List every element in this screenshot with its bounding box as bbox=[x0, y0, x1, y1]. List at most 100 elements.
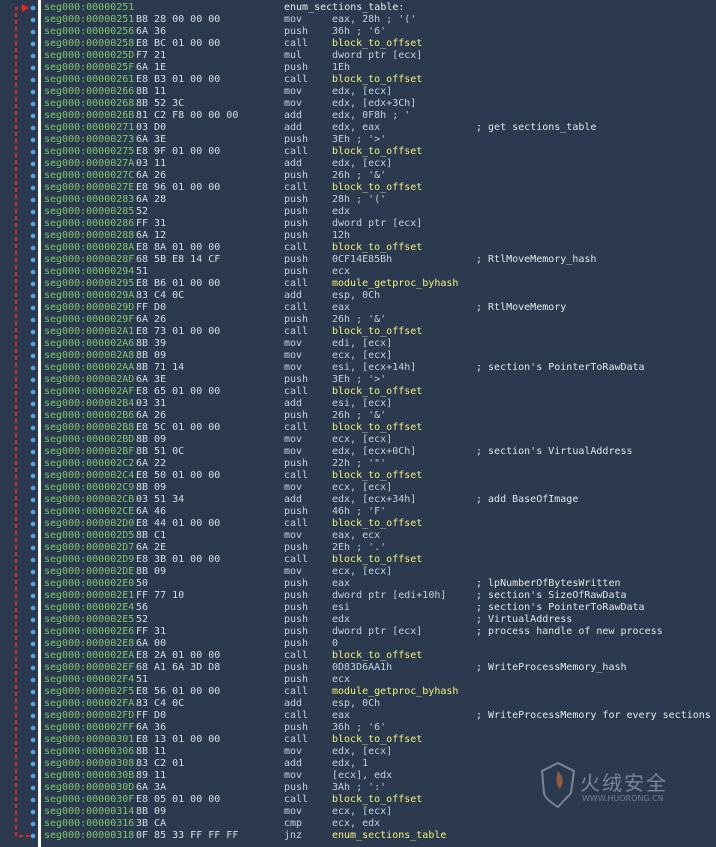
listing-line[interactable]: seg000:0000029F 6A 26 push 26h ; '&' bbox=[44, 314, 716, 326]
listing-line[interactable]: seg000:000002E1 FF 77 10 push dword ptr [ed… bbox=[44, 590, 716, 602]
address: seg000:0000030F bbox=[44, 794, 135, 805]
listing-line[interactable]: seg000:000002FD FF D0 call eax ; WriteProces… bbox=[44, 710, 716, 722]
listing-line[interactable]: seg000:000002E8 6A 00 push 0 bbox=[44, 638, 716, 650]
listing-line[interactable]: seg000:000002BD 8B 09 mov ecx, [ecx] bbox=[44, 434, 716, 446]
listing-line[interactable]: seg000:0000025F 6A 1E push 1Eh bbox=[44, 62, 716, 74]
address: seg000:000002E6 bbox=[44, 626, 135, 637]
operand-reference[interactable]: block_to_offset bbox=[332, 38, 422, 50]
listing-line[interactable]: seg000:000002E6 FF 31 push dword ptr [ecx];… bbox=[44, 626, 716, 638]
listing-line[interactable]: seg000:0000029D FF D0 call eax ; RtlMoveMemo… bbox=[44, 302, 716, 314]
listing-line[interactable]: seg000:000002D0 E8 44 01 00 00 call block_t… bbox=[44, 518, 716, 530]
operand-reference[interactable]: enum_sections_table bbox=[332, 830, 446, 842]
listing-line[interactable]: seg000:00000273 6A 3E push 3Eh ; '>' bbox=[44, 134, 716, 146]
listing-line[interactable]: seg000:0000028F 68 5B E8 14 CF push 0CF14E8… bbox=[44, 254, 716, 266]
operand-reference[interactable]: module_getproc_byhash bbox=[332, 278, 458, 290]
listing-line[interactable]: seg000:000002FA 83 C4 0C add esp, 0Ch bbox=[44, 698, 716, 710]
shield-logo-icon bbox=[540, 761, 576, 809]
disassembly-listing[interactable]: seg000:00000251 enum_sections_table: seg00… bbox=[44, 2, 716, 842]
listing-line[interactable]: seg000:00000261 E8 B3 01 00 00 call block_t… bbox=[44, 74, 716, 86]
listing-line[interactable]: seg000:000002EF 68 A1 6A 3D D8 push 0D83D6A… bbox=[44, 662, 716, 674]
listing-line[interactable]: seg000:00000283 6A 28 push 28h ; '(' bbox=[44, 194, 716, 206]
operand-reference[interactable]: block_to_offset bbox=[332, 422, 422, 434]
opcode-bytes: E8 05 01 00 00 bbox=[136, 794, 221, 805]
operand-reference[interactable]: block_to_offset bbox=[332, 146, 422, 158]
opcode-bytes: 52 bbox=[136, 206, 149, 217]
line-node-dot bbox=[30, 701, 36, 707]
listing-line[interactable]: seg000:00000271 03 D0 add edx, eax ; get sec… bbox=[44, 122, 716, 134]
listing-line[interactable]: seg000:000002DE 8B 09 mov ecx, [ecx] bbox=[44, 566, 716, 578]
listing-line[interactable]: seg000:000002AA 8B 71 14 mov esi, [ecx+14h]… bbox=[44, 362, 716, 374]
listing-line[interactable]: seg000:000002D5 8B C1 mov eax, ecx bbox=[44, 530, 716, 542]
listing-line[interactable]: seg000:000002AD 6A 3E push 3Eh ; '>' bbox=[44, 374, 716, 386]
listing-line[interactable]: seg000:000002B8 E8 5C 01 00 00 call block_t… bbox=[44, 422, 716, 434]
listing-line[interactable]: seg000:00000266 8B 11 mov edx, [ecx] bbox=[44, 86, 716, 98]
operand-reference[interactable]: block_to_offset bbox=[332, 74, 422, 86]
listing-line[interactable]: seg000:0000027E E8 96 01 00 00 call block_t… bbox=[44, 182, 716, 194]
listing-line[interactable]: seg000:0000026B 81 C2 F8 00 00 00 add edx, … bbox=[44, 110, 716, 122]
listing-line[interactable]: seg000:000002D9 E8 3B 01 00 00 call block_t… bbox=[44, 554, 716, 566]
listing-line[interactable]: seg000:00000251 B8 28 00 00 00 mov eax, 28h… bbox=[44, 14, 716, 26]
listing-line[interactable]: seg000:00000301 E8 13 01 00 00 call block_t… bbox=[44, 734, 716, 746]
operand: ecx, [ecx] bbox=[332, 350, 393, 361]
operand-reference[interactable]: block_to_offset bbox=[332, 386, 422, 398]
listing-line[interactable]: seg000:0000029A 83 C4 0C add esp, 0Ch bbox=[44, 290, 716, 302]
operand-reference[interactable]: module_getproc_byhash bbox=[332, 686, 458, 698]
listing-line[interactable]: seg000:000002E5 52 push edx ; VirtualAddress bbox=[44, 614, 716, 626]
listing-line[interactable]: seg000:00000316 3B CA cmp ecx, edx bbox=[44, 818, 716, 830]
listing-line[interactable]: seg000:00000285 52 push edx bbox=[44, 206, 716, 218]
listing-line[interactable]: seg000:000002A1 E8 73 01 00 00 call block_t… bbox=[44, 326, 716, 338]
mnemonic: add bbox=[284, 158, 303, 169]
mnemonic: call bbox=[284, 470, 309, 481]
listing-line[interactable]: seg000:0000028A E8 8A 01 00 00 call block_t… bbox=[44, 242, 716, 254]
listing-line[interactable]: seg000:00000294 51 push ecx bbox=[44, 266, 716, 278]
operand: edx, [ecx] bbox=[332, 158, 393, 169]
listing-line[interactable]: seg000:00000258 E8 BC 01 00 00 call block_t… bbox=[44, 38, 716, 50]
listing-line[interactable]: seg000:00000268 8B 52 3C mov edx, [edx+3Ch] bbox=[44, 98, 716, 110]
listing-line[interactable]: seg000:000002B6 6A 26 push 26h ; '&' bbox=[44, 410, 716, 422]
operand-reference[interactable]: block_to_offset bbox=[332, 650, 422, 662]
operand-reference[interactable]: block_to_offset bbox=[332, 794, 422, 806]
address: seg000:00000301 bbox=[44, 734, 135, 745]
mnemonic: call bbox=[284, 326, 309, 337]
listing-line[interactable]: seg000:000002C9 8B 09 mov ecx, [ecx] bbox=[44, 482, 716, 494]
listing-line[interactable]: seg000:000002CB 03 51 34 add edx, [ecx+34h]… bbox=[44, 494, 716, 506]
line-node-dot bbox=[30, 557, 36, 563]
listing-line[interactable]: seg000:00000251 enum_sections_table: bbox=[44, 2, 716, 14]
comment: ; section's PointerToRawData bbox=[476, 602, 645, 613]
listing-line[interactable]: seg000:000002FF 6A 36 push 36h ; '6' bbox=[44, 722, 716, 734]
listing-line[interactable]: seg000:000002F5 E8 56 01 00 00 call module_… bbox=[44, 686, 716, 698]
listing-line[interactable]: seg000:00000306 8B 11 mov edx, [ecx] bbox=[44, 746, 716, 758]
listing-line[interactable]: seg000:00000288 6A 12 push 12h bbox=[44, 230, 716, 242]
listing-line[interactable]: seg000:000002B4 03 31 add esi, [ecx] bbox=[44, 398, 716, 410]
listing-line[interactable]: seg000:000002BF 8B 51 0C mov edx, [ecx+0Ch]… bbox=[44, 446, 716, 458]
listing-line[interactable]: seg000:000002F4 51 push ecx bbox=[44, 674, 716, 686]
listing-line[interactable]: seg000:0000025D F7 21 mul dword ptr [ecx] bbox=[44, 50, 716, 62]
listing-line[interactable]: seg000:000002CE 6A 46 push 46h ; 'F' bbox=[44, 506, 716, 518]
listing-line[interactable]: seg000:00000295 E8 B6 01 00 00 call module_… bbox=[44, 278, 716, 290]
listing-line[interactable]: seg000:00000275 E8 9F 01 00 00 call block_t… bbox=[44, 146, 716, 158]
listing-line[interactable]: seg000:000002C2 6A 22 push 22h ; '"' bbox=[44, 458, 716, 470]
operand-reference[interactable]: block_to_offset bbox=[332, 470, 422, 482]
operand-reference[interactable]: block_to_offset bbox=[332, 182, 422, 194]
listing-line[interactable]: seg000:000002E0 50 push eax ; lpNumberOfByte… bbox=[44, 578, 716, 590]
listing-line[interactable]: seg000:000002EA E8 2A 01 00 00 call block_t… bbox=[44, 650, 716, 662]
listing-line[interactable]: seg000:00000318 0F 85 33 FF FF FF jnz enum_… bbox=[44, 830, 716, 842]
operand-reference[interactable]: block_to_offset bbox=[332, 242, 422, 254]
listing-line[interactable]: seg000:000002C4 E8 50 01 00 00 call block_t… bbox=[44, 470, 716, 482]
listing-line[interactable]: seg000:000002A6 8B 39 mov edi, [ecx] bbox=[44, 338, 716, 350]
mnemonic: cmp bbox=[284, 818, 303, 829]
listing-line[interactable]: seg000:00000286 FF 31 push dword ptr [ecx] bbox=[44, 218, 716, 230]
listing-line[interactable]: seg000:00000256 6A 36 push 36h ; '6' bbox=[44, 26, 716, 38]
listing-line[interactable]: seg000:000002A8 8B 09 mov ecx, [ecx] bbox=[44, 350, 716, 362]
operand-reference[interactable]: block_to_offset bbox=[332, 326, 422, 338]
listing-line[interactable]: seg000:000002D7 6A 2E push 2Eh ; '.' bbox=[44, 542, 716, 554]
operand-reference[interactable]: block_to_offset bbox=[332, 734, 422, 746]
listing-line[interactable]: seg000:0000027A 03 11 add edx, [ecx] bbox=[44, 158, 716, 170]
listing-line[interactable]: seg000:0000027C 6A 26 push 26h ; '&' bbox=[44, 170, 716, 182]
listing-line[interactable]: seg000:000002AF E8 65 01 00 00 call block_t… bbox=[44, 386, 716, 398]
listing-line[interactable]: seg000:000002E4 56 push esi ; section's Poin… bbox=[44, 602, 716, 614]
operand-reference[interactable]: block_to_offset bbox=[332, 518, 422, 530]
operand: eax bbox=[332, 302, 351, 313]
operand: edx bbox=[332, 206, 351, 217]
operand-reference[interactable]: block_to_offset bbox=[332, 554, 422, 566]
